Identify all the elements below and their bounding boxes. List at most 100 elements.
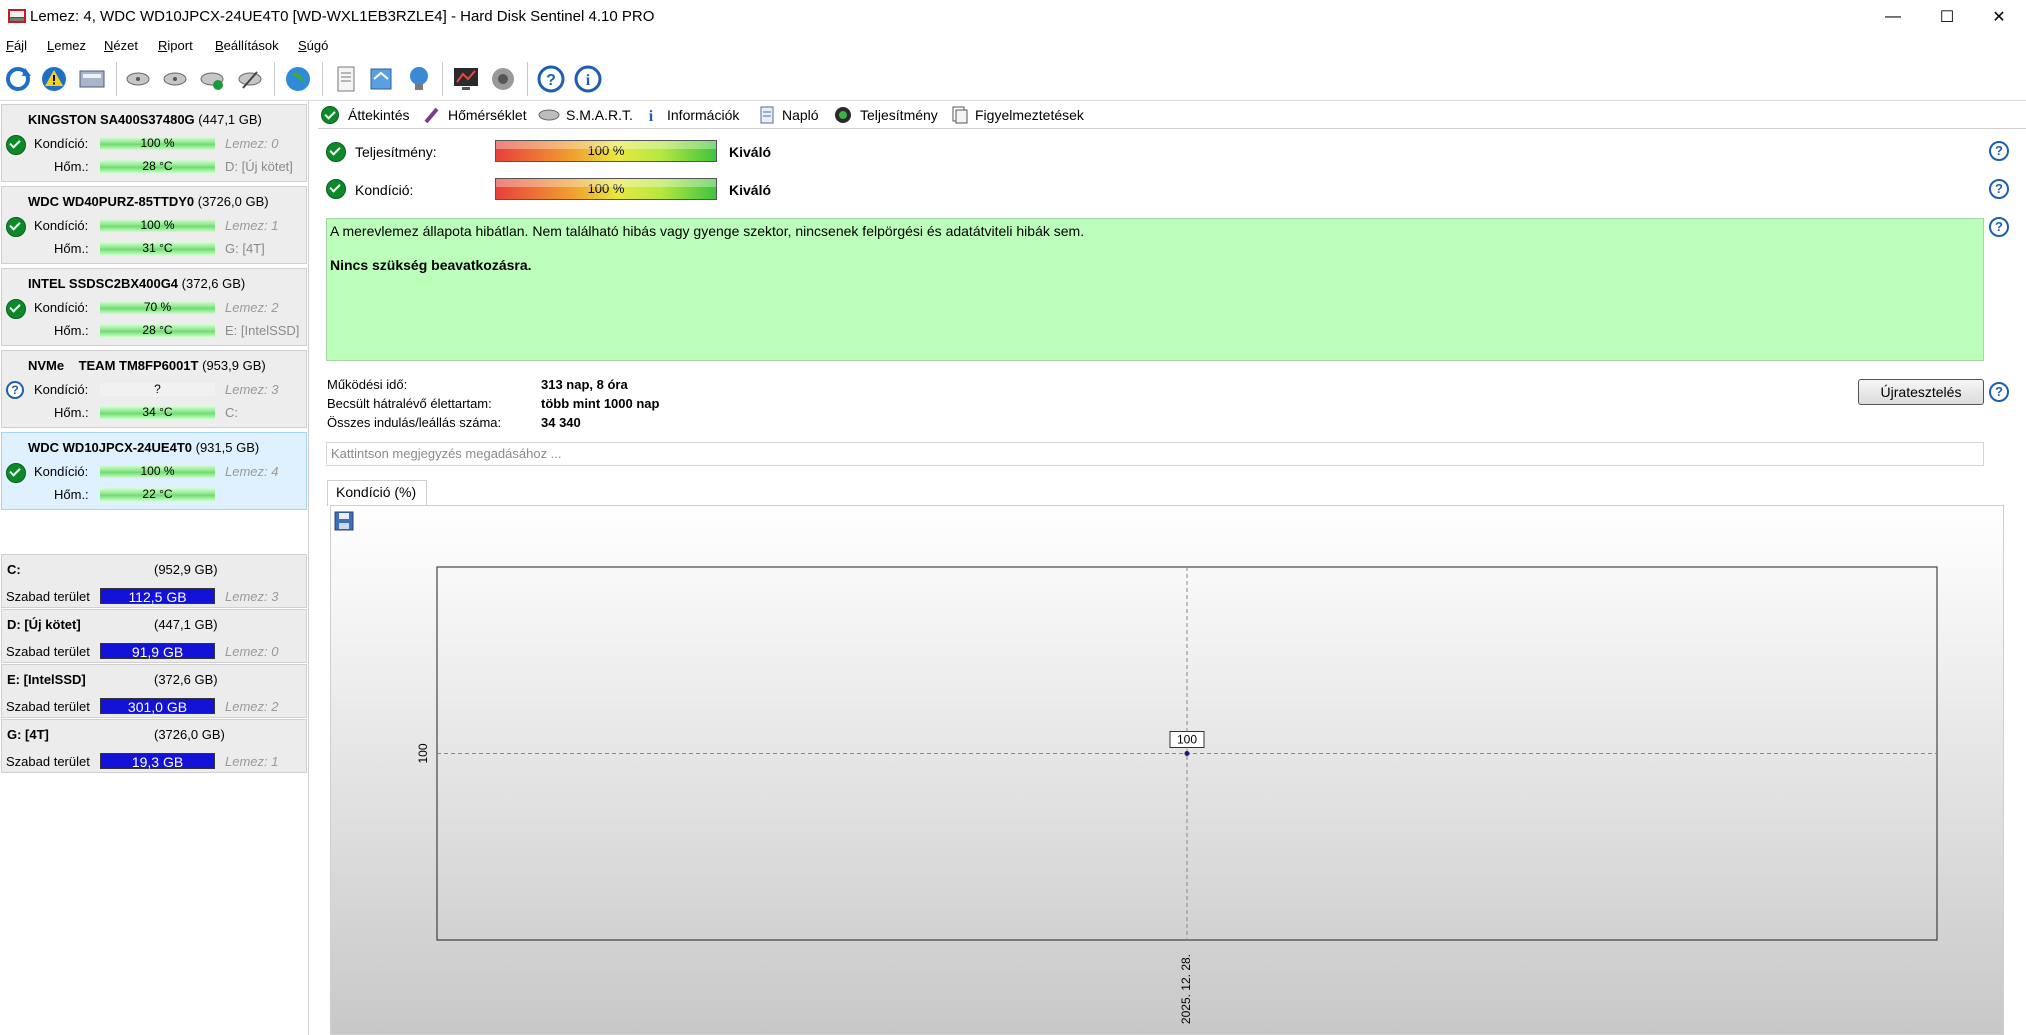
maximize-button[interactable]: ☐: [1924, 0, 1970, 33]
disk-size: (372,6 GB): [181, 276, 246, 291]
ok-status-icon: [6, 217, 26, 237]
menu-file[interactable]: Fájl: [6, 38, 27, 53]
health-bar: 70 %: [100, 301, 215, 314]
disk-item[interactable]: INTEL SSDSC2BX400G4 (372,6 GB) Kondíció:…: [1, 268, 307, 346]
log-icon: [760, 106, 774, 124]
temp-bar: 34 °C: [100, 406, 215, 419]
tab-smart[interactable]: S.M.A.R.T.: [566, 107, 633, 127]
tab-log[interactable]: Napló: [782, 107, 819, 127]
svg-text:?: ?: [546, 72, 556, 89]
tab-overview[interactable]: Áttekintés: [348, 107, 409, 127]
toolbar-separator: [322, 62, 323, 96]
help-icon[interactable]: ?: [1989, 217, 2009, 237]
lifetime-value: több mint 1000 nap: [541, 396, 660, 411]
temp-bar: 22 °C: [100, 488, 215, 501]
tab-warnings[interactable]: Figyelmeztetések: [975, 107, 1084, 127]
health-label: Kondíció:: [34, 464, 89, 479]
health-bar: 100 %: [100, 465, 215, 478]
disk-number: Lemez: 0: [225, 644, 279, 659]
menu-report[interactable]: Riport: [158, 38, 193, 53]
help-icon[interactable]: ?: [1989, 141, 2009, 161]
info-icon[interactable]: i: [573, 64, 603, 94]
minimize-button[interactable]: —: [1870, 0, 1916, 33]
disk-test-icon[interactable]: [123, 64, 153, 94]
disk-number: Lemez: 2: [225, 699, 279, 714]
ok-status-icon: [6, 135, 26, 155]
disk-name: KINGSTON SA400S37480G: [28, 112, 195, 127]
disk-item-selected[interactable]: WDC WD10JPCX-24UE4T0 (931,5 GB) Kondíció…: [1, 432, 307, 510]
volume-name: E: [IntelSSD]: [7, 672, 86, 687]
report-icon[interactable]: [331, 64, 361, 94]
volume-item[interactable]: E: [IntelSSD] (372,6 GB) Szabad terület …: [1, 664, 307, 718]
help-icon[interactable]: ?: [1989, 382, 2009, 402]
network-icon[interactable]: [404, 64, 434, 94]
save-chart-icon[interactable]: [334, 511, 354, 531]
disk-number: Lemez: 1: [225, 754, 279, 769]
globe-icon[interactable]: [283, 64, 313, 94]
volume-item[interactable]: G: [4T] (3726,0 GB) Szabad terület 19,3 …: [1, 719, 307, 773]
disk-number: Lemez: 3: [225, 589, 279, 604]
performance-label: Teljesítmény:: [355, 144, 437, 160]
toolbar-separator: [527, 62, 528, 96]
disk-item[interactable]: WDC WD40PURZ-85TTDY0 (3726,0 GB) Kondíci…: [1, 186, 307, 264]
temp-bar: 28 °C: [100, 160, 215, 173]
disk-drive-icon[interactable]: [77, 64, 107, 94]
disk-item[interactable]: KINGSTON SA400S37480G (447,1 GB) Kondíci…: [1, 104, 307, 182]
health-ok-icon: [326, 179, 346, 199]
disk-number: Lemez: 4: [225, 464, 279, 479]
speaker-icon[interactable]: [488, 64, 518, 94]
unknown-status-icon: ?: [6, 381, 24, 399]
help-icon[interactable]: ?: [1989, 179, 2009, 199]
volume-item[interactable]: C: (952,9 GB) Szabad terület 112,5 GB Le…: [1, 554, 307, 608]
disk-tool-icon[interactable]: [235, 64, 265, 94]
volume-item[interactable]: D: [Új kötet] (447,1 GB) Szabad terület …: [1, 609, 307, 663]
tab-performance[interactable]: Teljesítmény: [860, 107, 938, 127]
retest-button[interactable]: Újratesztelés: [1858, 379, 1984, 405]
performance-rating: Kiváló: [729, 144, 772, 160]
health-bar: 100 %: [100, 219, 215, 232]
health-gauge: 100 %: [495, 178, 717, 200]
free-space-label: Szabad terület: [6, 754, 90, 769]
tab-information[interactable]: Információk: [667, 107, 739, 127]
menu-bar: Fájl Lemez Nézet Riport Beállítások Súgó: [0, 35, 2026, 57]
monitor-chart-icon[interactable]: [451, 64, 481, 94]
refresh-icon[interactable]: [3, 64, 33, 94]
volume-size: (952,9 GB): [154, 562, 218, 577]
free-space-bar: 301,0 GB: [100, 698, 215, 715]
thermometer-icon: [424, 107, 439, 124]
disk-check-icon[interactable]: [197, 64, 227, 94]
menu-help[interactable]: Súgó: [298, 38, 328, 53]
free-space-bar: 19,3 GB: [100, 753, 215, 770]
volume-name: D: [Új kötet]: [7, 617, 81, 632]
disk-name: WDC WD40PURZ-85TTDY0: [28, 194, 195, 209]
toolbar-separator: [442, 62, 443, 96]
free-space-bar: 91,9 GB: [100, 643, 215, 660]
health-label: Kondíció:: [34, 136, 89, 151]
health-bar: ?: [100, 383, 215, 396]
menu-disk[interactable]: Lemez: [47, 38, 86, 53]
temp-label: Hőm.:: [54, 487, 89, 502]
menu-view[interactable]: Nézet: [104, 38, 138, 53]
disk-size: (3726,0 GB): [197, 194, 269, 209]
send-report-icon[interactable]: [366, 64, 396, 94]
chart-tab-health[interactable]: Kondíció (%): [327, 480, 427, 506]
disk-test-icon-2[interactable]: [160, 64, 190, 94]
note-input[interactable]: Kattintson megjegyzés megadásához ...: [326, 442, 1984, 466]
free-space-label: Szabad terület: [6, 644, 90, 659]
x-tick-label: 2025. 12. 28.: [1179, 954, 1193, 1024]
warnings-icon: [952, 106, 968, 124]
tab-temperature[interactable]: Hőmérséklet: [448, 107, 527, 127]
free-space-label: Szabad terület: [6, 589, 90, 604]
disk-name: WDC WD10JPCX-24UE4T0: [28, 440, 192, 455]
disk-item[interactable]: NVMe TEAM TM8FP6001T (953,9 GB) ? Kondíc…: [1, 350, 307, 428]
close-button[interactable]: ✕: [1976, 0, 2022, 33]
help-icon[interactable]: ?: [536, 64, 566, 94]
disk-number: Lemez: 1: [225, 218, 279, 233]
alert-icon[interactable]: [39, 64, 69, 94]
status-description-box: A merevlemez állapota hibátlan. Nem talá…: [326, 218, 1984, 361]
menu-settings[interactable]: Beállítások: [215, 38, 279, 53]
lifetime-label: Becsült hátralévő élettartam:: [327, 396, 492, 411]
disk-name: NVMe TEAM TM8FP6001T: [28, 358, 199, 373]
status-text: A merevlemez állapota hibátlan. Nem talá…: [330, 223, 1085, 239]
overview-tab-icon: [321, 106, 339, 124]
